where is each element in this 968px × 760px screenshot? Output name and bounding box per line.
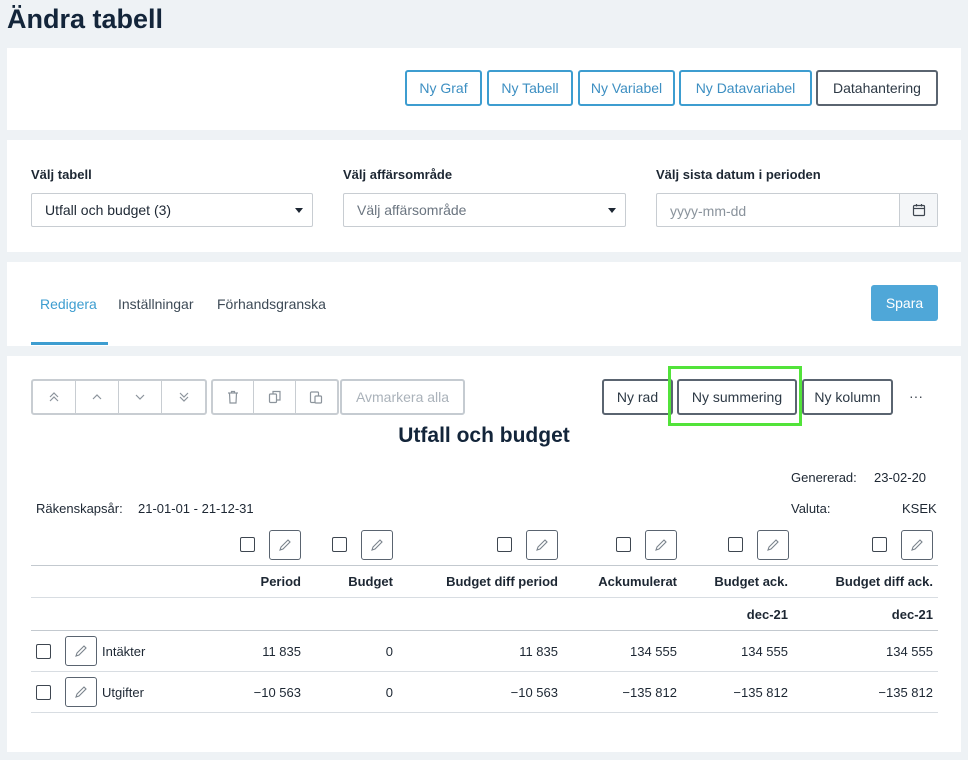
divider [31,671,938,672]
more-options-icon[interactable]: ··· [909,388,923,404]
row-label: Intäkter [102,644,146,659]
column-checkbox[interactable] [616,537,631,552]
trash-icon[interactable] [213,381,255,413]
pencil-icon[interactable] [361,530,393,560]
cell: 0 [385,685,393,700]
column-subheader: dec-21 [891,607,933,622]
table-select-value: Utfall och budget (3) [45,202,172,218]
column-checkbox[interactable] [728,537,743,552]
filter-card: Välj tabell Utfall och budget (3) Välj a… [7,140,961,252]
column-checkbox[interactable] [872,537,887,552]
divider [31,712,938,713]
move-button-group [31,379,207,415]
column-header: Period [260,574,301,589]
page-title: Ändra tabell [7,4,164,34]
pencil-icon[interactable] [65,677,97,707]
pencil-icon[interactable] [526,530,558,560]
deselect-all-button[interactable]: Avmarkera alla [340,379,465,415]
row-checkbox[interactable] [36,644,51,659]
cell: −135 812 [878,685,933,700]
new-column-button[interactable]: Ny kolumn [802,379,893,415]
divider [31,630,938,631]
move-to-top-icon[interactable] [33,381,76,413]
cell: 11 835 [262,644,301,659]
column-header: Budget ack. [714,574,788,589]
tab-settings[interactable]: Inställningar [118,296,194,312]
toolbar-card: Ny Graf Ny Tabell Ny Variabel Ny Datavar… [7,48,961,130]
pencil-icon[interactable] [901,530,933,560]
date-input-label: Välj sista datum i perioden [656,167,821,182]
cell: −135 812 [622,685,677,700]
column-header: Budget [348,574,393,589]
cell: 134 555 [630,644,677,659]
copy-icon[interactable] [254,381,296,413]
area-select-label: Välj affärsområde [343,167,453,182]
new-graph-button[interactable]: Ny Graf [405,70,482,106]
tabs-card: Redigera Inställningar Förhandsgranska S… [7,262,961,346]
column-checkbox[interactable] [497,537,512,552]
pencil-icon[interactable] [645,530,677,560]
fiscal-year-value: 21-01-01 - 21-12-31 [138,501,254,516]
new-variable-button[interactable]: Ny Variabel [578,70,675,106]
calendar-icon[interactable] [899,194,937,226]
table-select[interactable]: Utfall och budget (3) [31,193,313,227]
cell: −135 812 [733,685,788,700]
editor-card: Avmarkera alla Ny rad Ny summering Ny ko… [7,356,961,752]
column-subheader: dec-21 [746,607,788,622]
divider [31,597,938,598]
caret-down-icon [295,208,303,213]
new-sum-button[interactable]: Ny summering [677,379,797,415]
fiscal-year-label: Räkenskapsår: [36,501,123,516]
column-header: Budget diff ack. [835,574,933,589]
date-placeholder: yyyy-mm-dd [670,203,747,219]
new-table-button[interactable]: Ny Tabell [487,70,573,106]
row-label: Utgifter [102,685,144,700]
move-to-bottom-icon[interactable] [162,381,205,413]
currency-label: Valuta: [791,501,831,516]
generated-label: Genererad: [791,470,857,485]
tab-preview[interactable]: Förhandsgranska [217,296,326,312]
cell: −10 563 [253,685,301,700]
column-checkbox[interactable] [332,537,347,552]
cell: 134 555 [741,644,788,659]
report-title: Utfall och budget [398,424,570,447]
data-management-button[interactable]: Datahantering [816,70,938,106]
caret-down-icon [608,208,616,213]
move-up-icon[interactable] [76,381,119,413]
date-input[interactable]: yyyy-mm-dd [656,193,938,227]
pencil-icon[interactable] [757,530,789,560]
new-datavariable-button[interactable]: Ny Datavariabel [679,70,812,106]
cell: 0 [385,644,393,659]
column-checkbox[interactable] [240,537,255,552]
move-down-icon[interactable] [119,381,162,413]
divider [31,565,938,566]
cell: 134 555 [886,644,933,659]
active-tab-indicator [31,342,108,345]
new-row-button[interactable]: Ny rad [602,379,673,415]
pencil-icon[interactable] [65,636,97,666]
table-select-label: Välj tabell [31,167,92,182]
generated-value: 23-02-20 [874,470,927,485]
column-header: Budget diff period [446,574,558,589]
row-checkbox[interactable] [36,685,51,700]
edit-button-group [211,379,339,415]
cell: 11 835 [519,644,558,659]
cell: −10 563 [510,685,558,700]
currency-value: KSEK [902,501,937,516]
tab-edit[interactable]: Redigera [40,296,97,312]
save-button[interactable]: Spara [871,285,938,321]
pencil-icon[interactable] [269,530,301,560]
area-select[interactable]: Välj affärsområde [343,193,626,227]
column-header: Ackumulerat [598,574,677,589]
area-select-value: Välj affärsområde [357,202,467,218]
paste-icon[interactable] [296,381,337,413]
